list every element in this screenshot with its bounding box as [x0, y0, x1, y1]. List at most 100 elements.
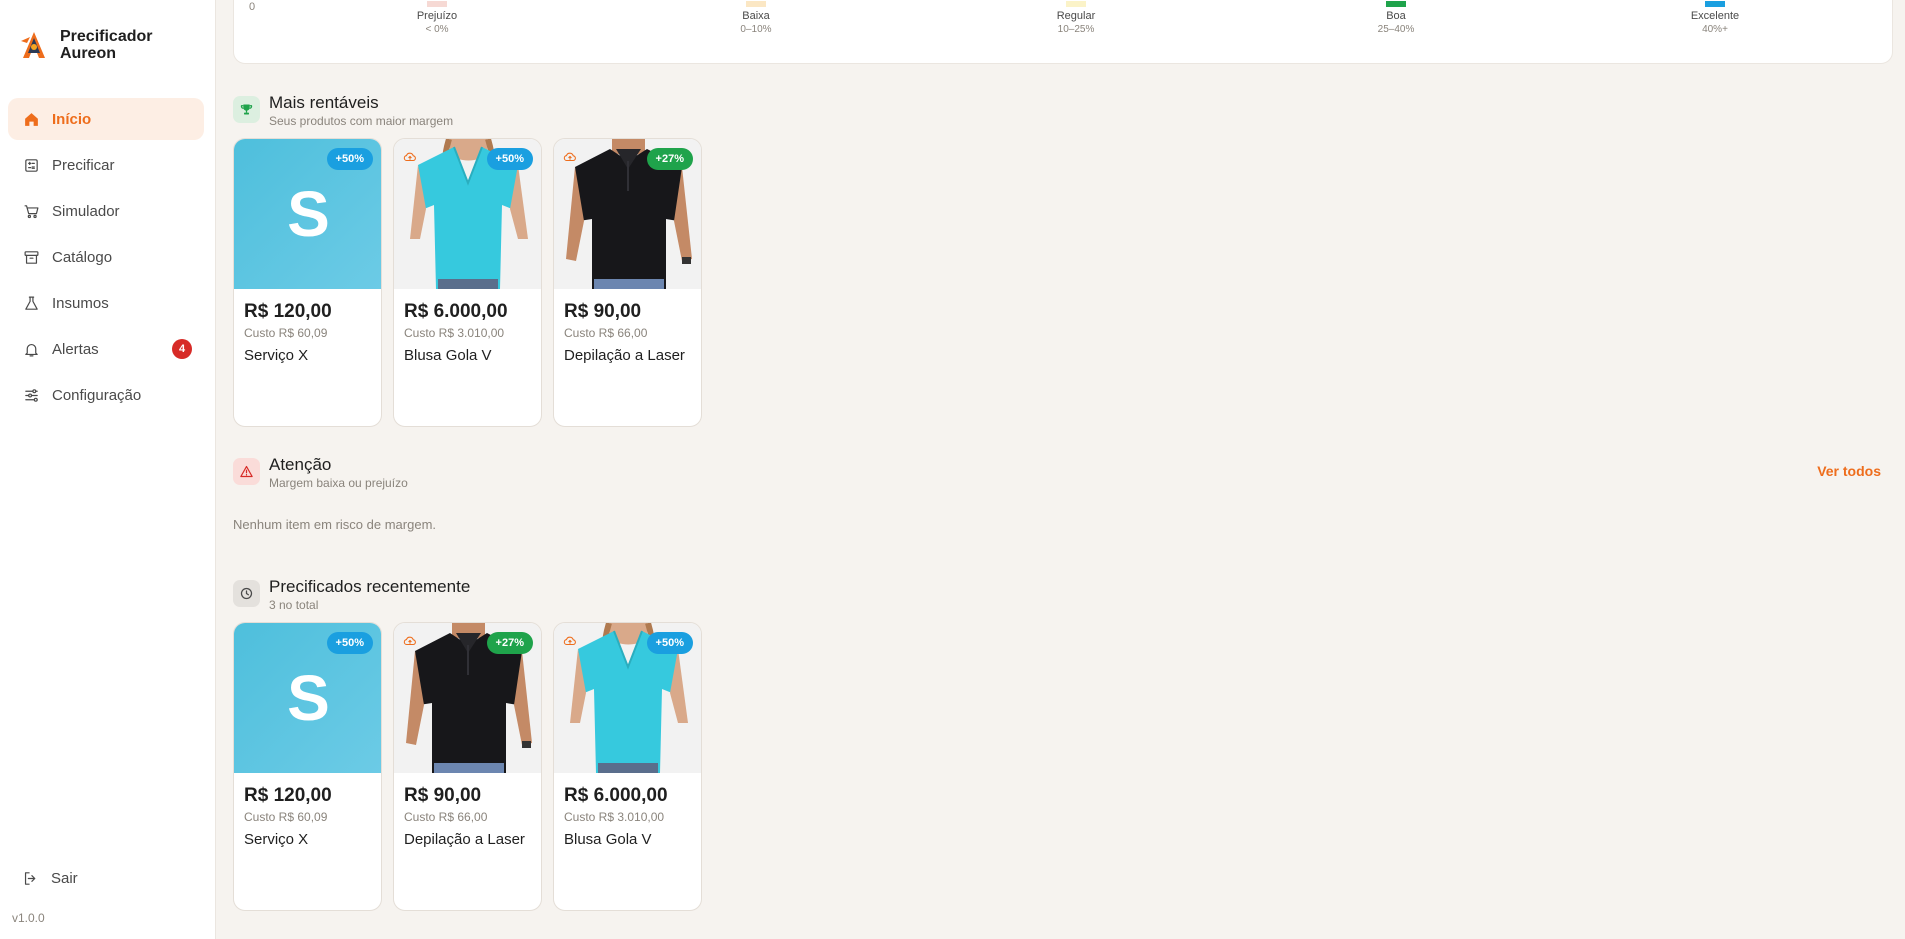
section-subtitle: 3 no total — [269, 598, 319, 612]
top-products-row: S +50% R$ 120,00 Custo R$ 60,09 Serviço X +50… — [233, 138, 702, 427]
sidebar-item-label: Configuração — [52, 386, 142, 404]
scale-label: Boa — [1386, 10, 1406, 22]
scale-item-regular: Regular 10–25% — [1016, 1, 1136, 35]
see-all-link[interactable]: Ver todos — [1817, 463, 1881, 479]
scale-item-baixa: Baixa 0–10% — [696, 1, 816, 35]
scale-label: Regular — [1056, 10, 1096, 22]
sidebar-item-catalogo[interactable]: Catálogo — [8, 236, 204, 278]
scale-label: Baixa — [742, 10, 770, 22]
product-name: Blusa Gola V — [404, 347, 492, 364]
margin-badge: +50% — [326, 632, 373, 654]
product-initial: S — [287, 178, 330, 250]
sidebar-item-label: Alertas — [52, 340, 99, 358]
sidebar-item-label: Insumos — [52, 294, 109, 312]
sidebar-item-alertas[interactable]: Alertas 4 — [8, 328, 204, 370]
scale-bar — [1386, 1, 1406, 7]
product-price: R$ 6.000,00 — [564, 785, 668, 806]
margin-badge: +27% — [486, 632, 533, 654]
section-header-recent: Precificados recentemente 3 no total — [233, 577, 470, 612]
cloud-upload-icon — [563, 634, 577, 648]
product-card[interactable]: +27% R$ 90,00 Custo R$ 66,00 Depilação a La… — [553, 138, 702, 427]
sidebar-item-simulador[interactable]: Simulador — [8, 190, 204, 232]
section-subtitle: Seus produtos com maior margem — [269, 114, 454, 128]
sliders-icon — [22, 386, 40, 404]
product-card[interactable]: S +50% R$ 120,00 Custo R$ 60,09 Serviço X — [233, 622, 382, 911]
scale-item-boa: Boa 25–40% — [1336, 1, 1456, 35]
margin-badge: +27% — [646, 148, 693, 170]
aureon-logo-icon — [21, 32, 45, 58]
margin-badge: +50% — [486, 148, 533, 170]
product-cost: Custo R$ 60,09 — [244, 810, 328, 824]
clock-icon — [233, 580, 260, 607]
product-cost: Custo R$ 3.010,00 — [564, 810, 665, 824]
sidebar-item-configuracao[interactable]: Configuração — [8, 374, 204, 416]
product-cost: Custo R$ 60,09 — [244, 326, 328, 340]
logout-label: Sair — [51, 870, 78, 887]
sidebar-item-precificar[interactable]: Precificar — [8, 144, 204, 186]
home-icon — [22, 110, 40, 128]
product-price: R$ 120,00 — [244, 301, 332, 322]
scale-bar — [1705, 1, 1725, 7]
sidebar-item-inicio[interactable]: Início — [8, 98, 204, 140]
sidebar-item-label: Catálogo — [52, 248, 113, 266]
sidebar-item-insumos[interactable]: Insumos — [8, 282, 204, 324]
scale-label: Excelente — [1690, 10, 1740, 22]
calculator-icon — [22, 156, 40, 174]
brand[interactable]: Precificador Aureon — [18, 28, 180, 62]
margin-badge: +50% — [326, 148, 373, 170]
product-card[interactable]: S +50% R$ 120,00 Custo R$ 60,09 Serviço X — [233, 138, 382, 427]
section-title: Mais rentáveis — [269, 93, 379, 112]
brand-name: Precificador Aureon — [60, 28, 153, 62]
scale-range: 0–10% — [740, 24, 772, 35]
cloud-upload-icon — [403, 150, 417, 164]
scale-bar — [1066, 1, 1086, 7]
product-name: Blusa Gola V — [564, 831, 652, 848]
bell-icon — [22, 340, 40, 358]
margin-badge: +50% — [646, 632, 693, 654]
scale-label: Prejuízo — [416, 10, 458, 22]
section-subtitle: Margem baixa ou prejuízo — [269, 476, 408, 490]
product-card[interactable]: +50% R$ 6.000,00 Custo R$ 3.010,00 Blusa Go… — [553, 622, 702, 911]
sidebar-item-label: Precificar — [52, 156, 115, 174]
cloud-upload-icon — [403, 634, 417, 648]
product-name: Serviço X — [244, 831, 309, 848]
section-title: Precificados recentemente — [269, 577, 471, 596]
archive-icon — [22, 248, 40, 266]
scale-range: 10–25% — [1057, 24, 1095, 35]
scale-item-excelente: Excelente 40%+ — [1655, 1, 1775, 35]
product-price: R$ 120,00 — [244, 785, 332, 806]
product-initial: S — [287, 662, 330, 734]
product-card[interactable]: +27% R$ 90,00 Custo R$ 66,00 Depilação a La… — [393, 622, 542, 911]
product-card[interactable]: +50% R$ 6.000,00 Custo R$ 3.010,00 Blusa Go… — [393, 138, 542, 427]
main-content: 0 Prejuízo < 0% Baixa 0–10% Regular 10–2… — [233, 0, 1893, 939]
section-title: Atenção — [269, 455, 332, 474]
flask-icon — [22, 294, 40, 312]
scale-range: 25–40% — [1377, 24, 1415, 35]
cloud-upload-icon — [563, 150, 577, 164]
axis-zero-label: 0 — [249, 1, 256, 13]
logout-button[interactable]: Sair — [22, 870, 78, 887]
product-cost: Custo R$ 3.010,00 — [404, 326, 505, 340]
sidebar-item-label: Simulador — [52, 202, 120, 220]
warning-icon — [233, 458, 260, 485]
cart-icon — [22, 202, 40, 220]
sidebar-nav: Início Precificar Simulador Catálogo Ins… — [8, 98, 204, 420]
section-header-attention: Atenção Margem baixa ou prejuízo — [233, 455, 408, 490]
scale-range: < 0% — [425, 24, 449, 35]
sidebar: Precificador Aureon Início Precificar Si… — [0, 0, 216, 939]
logout-icon — [24, 872, 36, 885]
empty-state-message: Nenhum item em risco de margem. — [233, 517, 437, 532]
scale-bar — [427, 1, 447, 7]
scale-item-prejuizo: Prejuízo < 0% — [377, 1, 497, 35]
trophy-icon — [233, 96, 260, 123]
alert-count-badge: 4 — [172, 339, 192, 359]
product-name: Depilação a Laser — [564, 347, 685, 364]
recent-products-row: S +50% R$ 120,00 Custo R$ 60,09 Serviço X +27… — [233, 622, 702, 911]
section-header-top: Mais rentáveis Seus produtos com maior m… — [233, 93, 453, 128]
product-price: R$ 90,00 — [404, 785, 482, 806]
scale-range: 40%+ — [1702, 24, 1728, 35]
product-name: Serviço X — [244, 347, 309, 364]
scale-bar — [746, 1, 766, 7]
product-cost: Custo R$ 66,00 — [564, 326, 648, 340]
product-price: R$ 6.000,00 — [404, 301, 508, 322]
